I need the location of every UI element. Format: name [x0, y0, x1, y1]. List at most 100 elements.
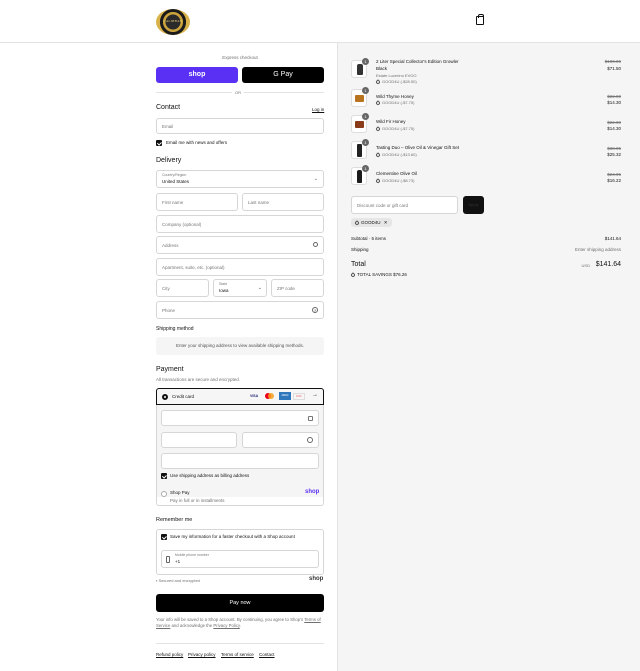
- tag-icon: [350, 271, 356, 278]
- shop-pay-radio[interactable]: [161, 491, 167, 497]
- item-discount: GOOD4U (-$8.73): [375, 178, 415, 184]
- contact-link[interactable]: Contact: [259, 652, 275, 657]
- quantity-badge: 1: [362, 165, 369, 172]
- visa-icon: VISA: [250, 394, 259, 398]
- shipping-label: Shipping: [351, 247, 369, 252]
- radio-selected[interactable]: [162, 394, 168, 400]
- total-savings-text: TOTAL SAVINGS $76.26: [357, 272, 407, 277]
- state-select[interactable]: State Iowa ⌄: [213, 279, 267, 297]
- item-discount: GOOD4U (-$13.60): [375, 152, 417, 158]
- amex-icon: AMEX: [279, 392, 291, 400]
- billing-checkbox[interactable]: [161, 473, 167, 479]
- currency-label: USD: [581, 263, 590, 268]
- checkout-form: Express checkout shop G Pay OR Contact L…: [0, 43, 337, 671]
- expiry-field[interactable]: [161, 432, 237, 448]
- tag-icon: [375, 126, 381, 132]
- legal-text-1: Your info will be saved to a Shop accoun…: [156, 617, 304, 622]
- terms-of-service-link[interactable]: Terms of service: [221, 652, 254, 657]
- first-name-field[interactable]: First name: [156, 193, 238, 211]
- store-logo[interactable]: CALIBRAN: [156, 9, 190, 35]
- name-on-card-field[interactable]: [161, 453, 319, 469]
- shipping-method-title: Shipping method: [156, 326, 194, 332]
- apply-button[interactable]: Apply: [463, 196, 484, 214]
- address-field[interactable]: Address: [156, 236, 324, 254]
- mobile-phone-field[interactable]: Mobile phone number +1: [161, 550, 319, 568]
- product-image: 1: [351, 87, 369, 107]
- item-variant: Estate Lucerino EVOO: [376, 73, 417, 78]
- company-field[interactable]: Company (optional): [156, 215, 324, 233]
- discount-tag: GOOD4U ✕: [351, 218, 392, 227]
- privacy-policy-link[interactable]: Privacy policy: [188, 652, 216, 657]
- shop-pay-button[interactable]: shop: [156, 67, 238, 83]
- credit-card-label: Credit card: [172, 394, 195, 399]
- email-placeholder: Email: [162, 124, 174, 129]
- item-price: $25.32: [607, 152, 621, 157]
- close-icon[interactable]: ✕: [384, 220, 388, 225]
- item-name: Wild Thyme Honey: [376, 94, 414, 99]
- shipping-message: Enter your shipping address to view avai…: [156, 337, 324, 355]
- product-image: 1: [351, 113, 369, 133]
- discount-code-field[interactable]: Discount code or gift card: [351, 196, 458, 214]
- item-discount-text: GOOD4U (-$13.60): [382, 152, 417, 157]
- quantity-badge: 1: [362, 139, 369, 146]
- phone-field[interactable]: Phone?: [156, 301, 324, 319]
- last-name-field[interactable]: Last name: [242, 193, 324, 211]
- country-select[interactable]: Country/Region United States ⌄: [156, 170, 324, 188]
- zip-field[interactable]: ZIP code: [271, 279, 324, 297]
- item-discount-text: GOOD4U (-$28.50): [382, 79, 417, 84]
- item-discount-text: GOOD4U (-$8.73): [382, 178, 415, 183]
- first-name-placeholder: First name: [162, 200, 184, 205]
- discount-placeholder: Discount code or gift card: [357, 203, 409, 208]
- item-original-price: $38.95: [607, 146, 621, 151]
- quantity-badge: 1: [362, 87, 369, 94]
- more-cards-icon: →: [312, 392, 318, 398]
- pay-now-button[interactable]: Pay now: [156, 594, 324, 612]
- chevron-down-icon: ⌄: [313, 176, 318, 182]
- shop-pay-badge: shop: [305, 489, 320, 495]
- card-number-field[interactable]: [161, 410, 319, 426]
- tag-icon: [375, 178, 381, 184]
- state-value: Iowa: [219, 288, 229, 293]
- discover-icon: DISC: [293, 393, 305, 400]
- help-icon[interactable]: [307, 437, 313, 443]
- product-image: 1: [351, 165, 369, 185]
- privacy-link[interactable]: Privacy Policy: [213, 623, 239, 628]
- security-code-field[interactable]: [242, 432, 319, 448]
- save-info-checkbox[interactable]: [161, 534, 167, 540]
- item-name: Clementine Olive Oil: [376, 171, 418, 176]
- item-discount: GOOD4U (-$7.75): [375, 126, 415, 132]
- shop-pay-button-label: shop: [188, 71, 206, 78]
- last-name-placeholder: Last name: [248, 200, 270, 205]
- company-placeholder: Company (optional): [162, 222, 202, 227]
- item-name: Tasting Duo – Olive Oil & Vinegar Gift S…: [376, 145, 459, 150]
- pay-now-label: Pay now: [229, 600, 251, 606]
- shipping-value: Enter shipping address: [574, 247, 621, 252]
- discount-code-text: GOOD4U: [361, 220, 381, 225]
- legal-text: Your info will be saved to a Shop accoun…: [156, 617, 321, 628]
- remember-title: Remember me: [156, 517, 193, 523]
- apartment-field[interactable]: Apartment, suite, etc. (optional): [156, 258, 324, 276]
- state-label: State: [219, 282, 228, 286]
- product-image: 1: [351, 58, 369, 78]
- item-discount: GOOD4U (-$28.50): [375, 79, 417, 85]
- login-link[interactable]: Log in: [312, 107, 324, 112]
- refund-policy-link[interactable]: Refund policy: [156, 652, 183, 657]
- news-checkbox[interactable]: [156, 140, 162, 146]
- email-field[interactable]: Email: [156, 118, 324, 134]
- item-name: Wild Fir Honey: [376, 119, 406, 124]
- help-icon[interactable]: ?: [312, 307, 318, 313]
- google-pay-button[interactable]: G Pay: [242, 67, 324, 83]
- quantity-badge: 1: [362, 58, 369, 65]
- credit-card-option[interactable]: Credit card VISA AMEX DISC →: [156, 388, 324, 405]
- chevron-down-icon: ⌄: [257, 285, 262, 291]
- item-price: $16.22: [607, 178, 621, 183]
- subtotal-value: $141.64: [604, 236, 621, 241]
- payment-subtitle: All transactions are secure and encrypte…: [156, 377, 241, 382]
- city-field[interactable]: City: [156, 279, 209, 297]
- shop-pay-option-label: Shop Pay: [170, 490, 190, 495]
- shopping-bag-icon[interactable]: [476, 14, 484, 25]
- item-price: $71.50: [607, 66, 621, 71]
- item-discount-text: GOOD4U (-$7.75): [382, 126, 415, 131]
- tag-icon: [375, 79, 381, 85]
- divider: [156, 643, 324, 644]
